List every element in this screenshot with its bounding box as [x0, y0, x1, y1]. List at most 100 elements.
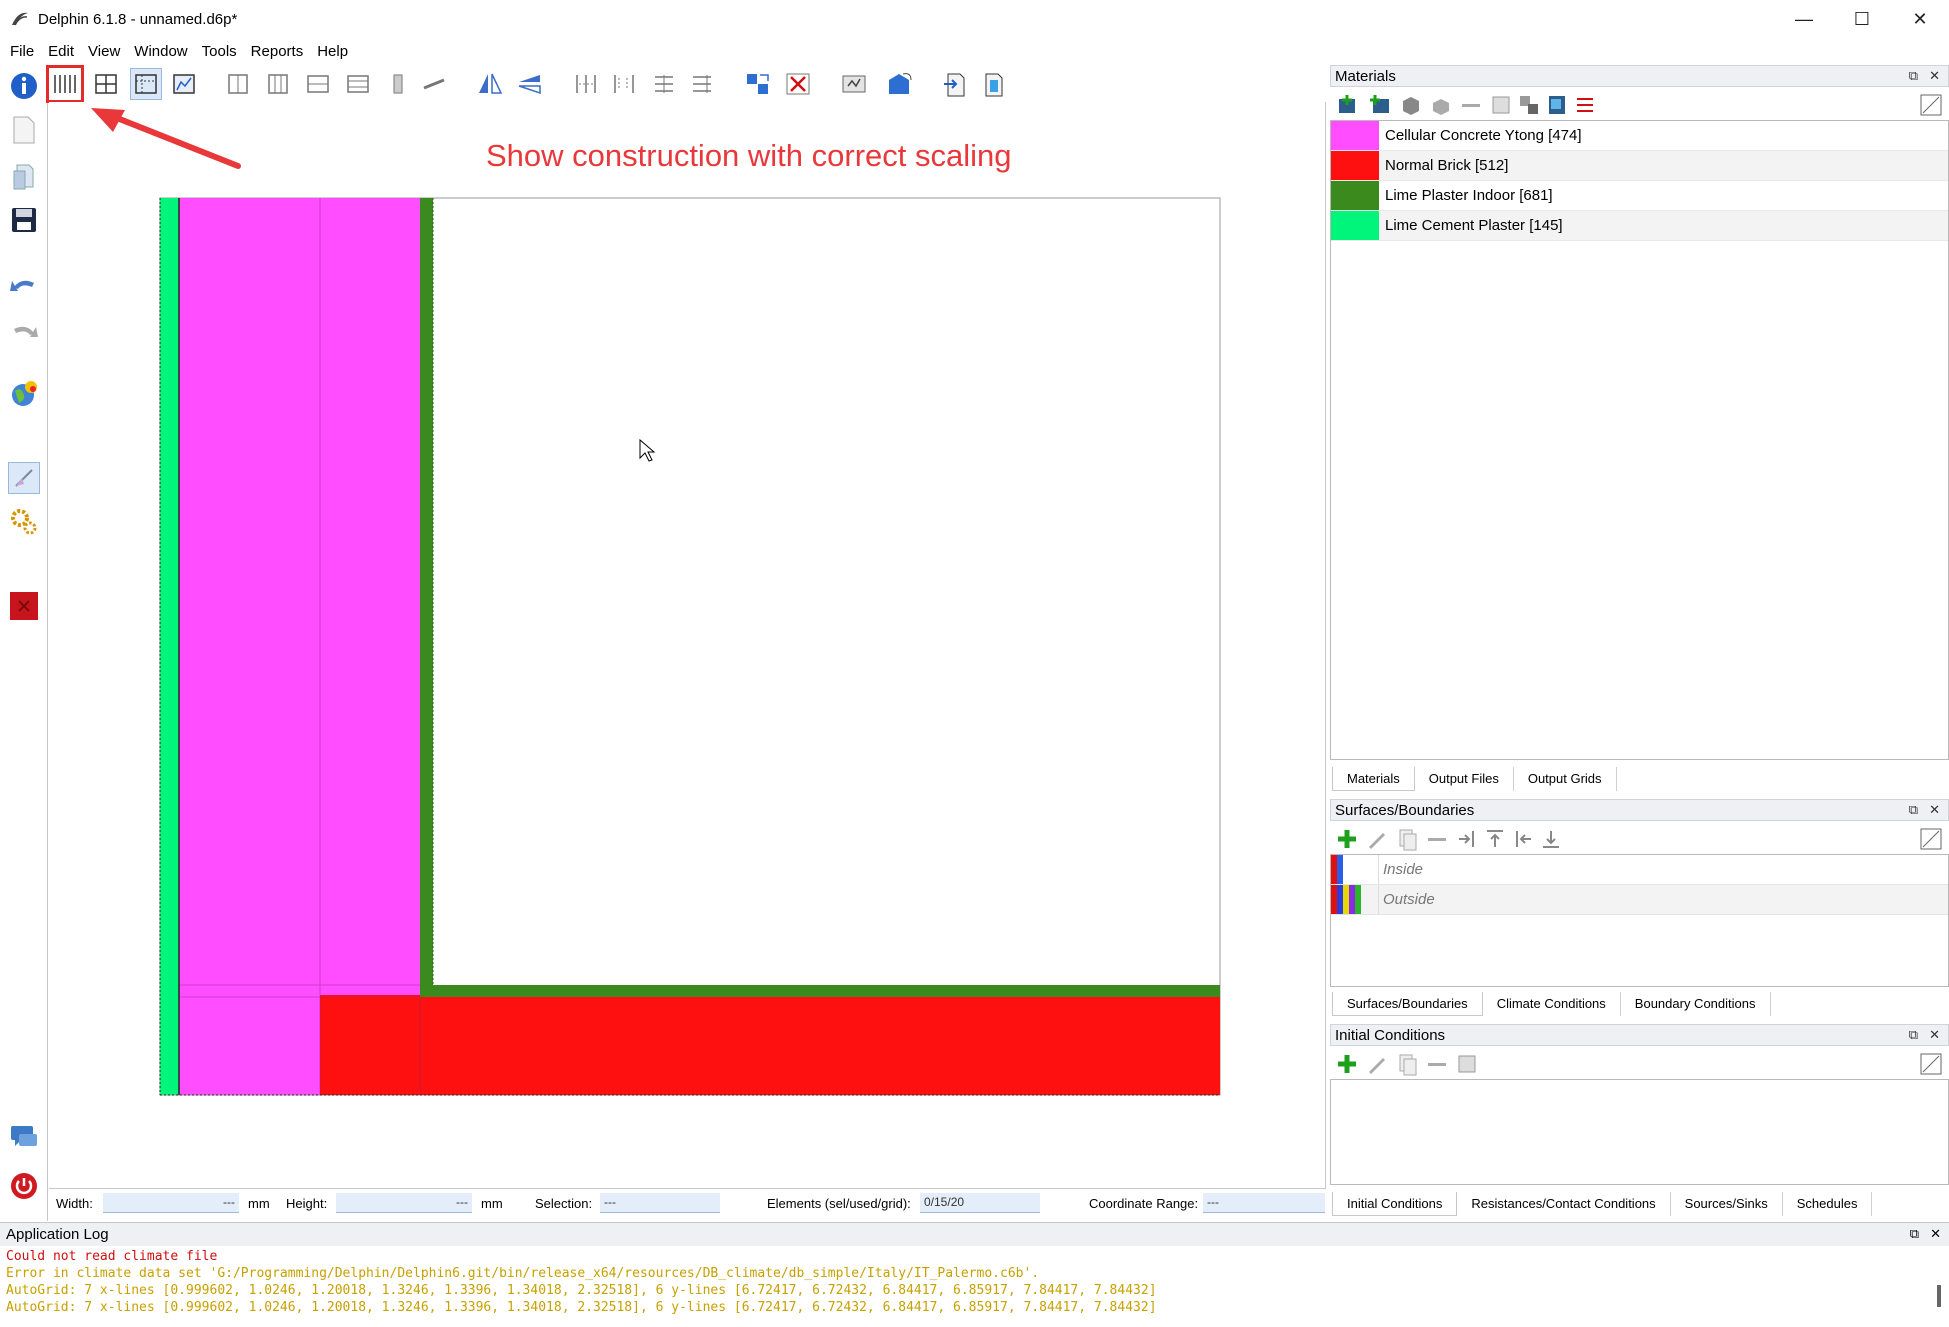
quit-power-icon[interactable]	[8, 1170, 40, 1202]
undo-icon[interactable]	[8, 270, 40, 302]
assign-material-icon[interactable]	[742, 68, 774, 100]
discretized-view-icon[interactable]	[130, 68, 162, 100]
assign-top-icon[interactable]	[1482, 826, 1508, 852]
close-button[interactable]: ✕	[1891, 0, 1949, 38]
menu-help[interactable]: Help	[311, 43, 354, 60]
stop-simulation-icon[interactable]	[8, 590, 40, 622]
redo-icon[interactable]	[8, 316, 40, 348]
tab-surfaces-boundaries[interactable]: Surfaces/Boundaries	[1332, 992, 1483, 1016]
delete-assignment-icon[interactable]	[782, 68, 814, 100]
menu-view[interactable]: View	[82, 43, 126, 60]
info-icon[interactable]	[8, 70, 40, 102]
minimize-button[interactable]: —	[1775, 0, 1833, 38]
remove-material-icon[interactable]	[1458, 92, 1484, 118]
normal-brick-under-plaster[interactable]	[420, 997, 1220, 1095]
tab-materials[interactable]: Materials	[1332, 767, 1415, 791]
log-scrollbar[interactable]	[1937, 1285, 1941, 1307]
tab-climate-conditions[interactable]: Climate Conditions	[1483, 992, 1621, 1016]
remove-grid-line-icon[interactable]	[686, 68, 718, 100]
assign-initial-condition-icon[interactable]	[1454, 1051, 1480, 1077]
width-field[interactable]: ---	[103, 1193, 239, 1213]
split-row-icon[interactable]	[418, 68, 450, 100]
material-sort-icon[interactable]	[1572, 92, 1598, 118]
remove-initial-condition-icon[interactable]	[1424, 1051, 1450, 1077]
construction-canvas[interactable]: Show construction with correct scaling	[49, 102, 1326, 1189]
material-row[interactable]: Lime Cement Plaster [145]	[1331, 211, 1948, 241]
simulation-settings-gears-icon[interactable]	[8, 506, 40, 538]
surfaces-edit-toggle-icon[interactable]	[1918, 826, 1944, 852]
split-column-icon[interactable]	[382, 68, 414, 100]
material-row[interactable]: Cellular Concrete Ytong [474]	[1331, 121, 1948, 151]
maximize-button[interactable]: ☐	[1833, 0, 1891, 38]
export-construction-icon[interactable]	[978, 68, 1010, 100]
add-column-right-icon[interactable]	[262, 68, 294, 100]
edit-initial-condition-icon[interactable]	[1364, 1051, 1390, 1077]
dock-close-icon[interactable]: ✕	[1929, 68, 1940, 84]
mirror-vertical-icon[interactable]	[514, 68, 546, 100]
menu-window[interactable]: Window	[128, 43, 193, 60]
tab-initial-conditions[interactable]: Initial Conditions	[1332, 1192, 1458, 1216]
dock-close-icon[interactable]: ✕	[1929, 1027, 1940, 1043]
construction-drawing[interactable]	[49, 102, 1326, 1189]
align-columns-icon[interactable]	[570, 68, 602, 100]
climate-globe-icon[interactable]	[8, 378, 40, 410]
application-log[interactable]: Could not read climate file Error in cli…	[0, 1246, 1949, 1327]
lime-plaster-indoor-vertical[interactable]	[420, 198, 433, 1095]
materials-edit-toggle-icon[interactable]	[1918, 92, 1944, 118]
menu-reports[interactable]: Reports	[245, 43, 310, 60]
dock-float-icon[interactable]: ⧉	[1909, 68, 1918, 84]
open-file-icon[interactable]	[8, 160, 40, 192]
tab-output-files[interactable]: Output Files	[1415, 767, 1514, 791]
assign-properties-icon[interactable]	[838, 68, 870, 100]
mirror-horizontal-icon[interactable]	[474, 68, 506, 100]
construction-edit-icon[interactable]	[8, 462, 40, 494]
coord-range-field[interactable]: ---	[1203, 1193, 1325, 1213]
add-column-left-icon[interactable]	[222, 68, 254, 100]
boundary-row-outside[interactable]: Outside	[1331, 885, 1948, 915]
dock-close-icon[interactable]: ✕	[1930, 1226, 1941, 1242]
menu-file[interactable]: File	[4, 43, 40, 60]
grid-view-icon[interactable]	[90, 68, 122, 100]
tab-boundary-conditions[interactable]: Boundary Conditions	[1621, 992, 1771, 1016]
selection-field[interactable]: ---	[600, 1193, 720, 1213]
material-row[interactable]: Normal Brick [512]	[1331, 151, 1948, 181]
material-row[interactable]: Lime Plaster Indoor [681]	[1331, 181, 1948, 211]
copy-initial-condition-icon[interactable]	[1394, 1051, 1420, 1077]
cellular-concrete-layer[interactable]	[179, 198, 420, 1095]
copy-boundary-icon[interactable]	[1394, 826, 1420, 852]
material-replace-icon[interactable]	[1516, 92, 1542, 118]
dock-float-icon[interactable]: ⧉	[1909, 802, 1918, 818]
material-duplicate-icon[interactable]	[1428, 92, 1454, 118]
edit-boundary-icon[interactable]	[1364, 826, 1390, 852]
add-material-icon[interactable]	[1334, 92, 1360, 118]
material-block-icon[interactable]	[1398, 92, 1424, 118]
add-boundary-icon[interactable]	[1334, 826, 1360, 852]
results-view-icon[interactable]	[168, 68, 200, 100]
boundary-row-inside[interactable]: Inside	[1331, 855, 1948, 885]
material-database-icon[interactable]	[1544, 92, 1570, 118]
tab-sources-sinks[interactable]: Sources/Sinks	[1671, 1192, 1783, 1216]
tab-schedules[interactable]: Schedules	[1783, 1192, 1873, 1216]
lime-plaster-indoor-horizontal[interactable]	[420, 985, 1220, 997]
add-material-db-icon[interactable]	[1366, 92, 1392, 118]
material-properties-icon[interactable]	[1488, 92, 1514, 118]
save-icon[interactable]	[8, 204, 40, 236]
height-field[interactable]: ---	[336, 1193, 472, 1213]
assign-right-icon[interactable]	[1510, 826, 1536, 852]
assign-bottom-icon[interactable]	[1538, 826, 1564, 852]
menu-tools[interactable]: Tools	[196, 43, 243, 60]
assign-left-icon[interactable]	[1454, 826, 1480, 852]
remove-boundary-icon[interactable]	[1424, 826, 1450, 852]
initial-edit-toggle-icon[interactable]	[1918, 1051, 1944, 1077]
chat-bubbles-icon[interactable]	[8, 1122, 40, 1154]
add-row-above-icon[interactable]	[302, 68, 334, 100]
rotate-construction-icon[interactable]	[884, 68, 916, 100]
import-construction-icon[interactable]	[938, 68, 970, 100]
add-row-below-icon[interactable]	[342, 68, 374, 100]
correct-scaling-view-icon[interactable]	[46, 65, 84, 103]
tab-output-grids[interactable]: Output Grids	[1514, 767, 1617, 791]
insert-grid-line-icon[interactable]	[648, 68, 680, 100]
new-file-icon[interactable]	[8, 114, 40, 146]
menu-edit[interactable]: Edit	[42, 43, 80, 60]
dock-float-icon[interactable]: ⧉	[1909, 1027, 1918, 1043]
